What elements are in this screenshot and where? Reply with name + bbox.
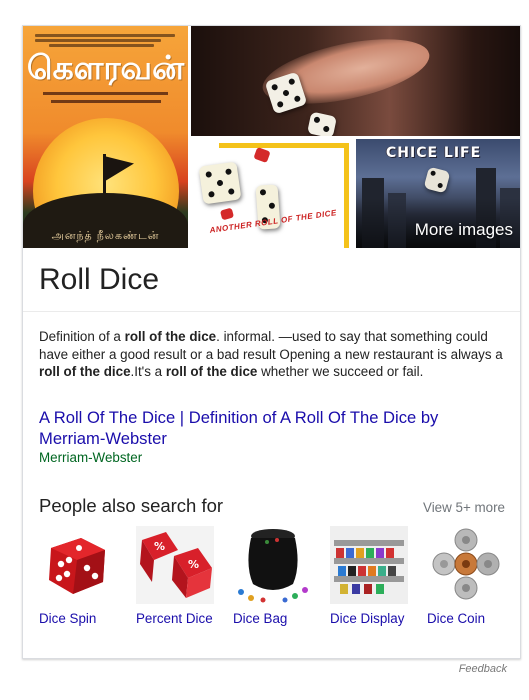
feedback-link[interactable]: Feedback xyxy=(459,663,507,675)
pasf-label: Dice Bag xyxy=(233,611,288,626)
dice-display-icon xyxy=(330,526,408,604)
pasf-label: Dice Coin xyxy=(427,611,486,626)
cover-title: கௌரவன் xyxy=(26,48,185,87)
percent-dice-icon: % % xyxy=(136,526,214,604)
pasf-item-percent-dice[interactable]: % % Percent Dice xyxy=(136,526,218,628)
more-images-tile[interactable]: CHICE LIFE More images xyxy=(356,139,520,248)
definition-part-bold: roll of the dice xyxy=(39,364,131,379)
pasf-item-dice-coin[interactable]: Dice Coin xyxy=(427,526,509,628)
pasf-label: Percent Dice xyxy=(136,611,213,626)
entity-title: Roll Dice xyxy=(39,263,160,296)
dice-bag-icon xyxy=(233,526,311,604)
red-dice-icon xyxy=(39,526,117,604)
hand-dice-image[interactable] xyxy=(191,26,520,136)
merriam-webster-link[interactable]: A Roll Of The Dice | Definition of A Rol… xyxy=(39,407,499,449)
die-icon xyxy=(423,166,451,194)
definition-part: .It's a xyxy=(130,364,166,379)
knowledge-panel: கௌரவன் அனந்த் நீலகண்டன் ANOTHER ROLL OF … xyxy=(22,25,521,659)
die-icon xyxy=(306,111,338,136)
another-roll-book-image[interactable]: ANOTHER ROLL OF THE DICE xyxy=(191,139,353,248)
dice-coin-icon xyxy=(427,526,505,604)
pasf-label: Dice Display xyxy=(330,611,405,626)
definition-text: Definition of a roll of the dice. inform… xyxy=(39,328,507,381)
definition-part: Definition of a xyxy=(39,329,125,344)
flag-icon xyxy=(106,151,134,181)
pasf-item-dice-display[interactable]: Dice Display xyxy=(330,526,412,628)
result-source: Merriam-Webster xyxy=(39,450,143,465)
image-collage: கௌரவன் அனந்த் நீலகண்டன் ANOTHER ROLL OF … xyxy=(23,26,520,248)
title-row: Roll Dice xyxy=(23,248,520,312)
people-also-search-heading: People also search for xyxy=(39,495,224,516)
pasf-label: Dice Spin xyxy=(39,611,97,626)
cover-author: அனந்த் நீலகண்டன் xyxy=(51,230,160,242)
more-images-link[interactable]: More images xyxy=(415,220,513,240)
pasf-item-dice-spin[interactable]: Dice Spin xyxy=(39,526,121,628)
view-more-link[interactable]: View 5+ more xyxy=(423,500,505,515)
svg-text:%: % xyxy=(188,558,199,571)
book-cover-image[interactable]: கௌரவன் அனந்த் நீலகண்டன் xyxy=(23,26,188,248)
pasf-item-dice-bag[interactable]: Dice Bag xyxy=(233,526,315,628)
chice-life-logo: CHICE LIFE xyxy=(386,145,482,161)
die-icon xyxy=(198,161,242,205)
definition-part-bold: roll of the dice xyxy=(165,364,258,379)
definition-part: whether we succeed or fail. xyxy=(257,364,424,379)
svg-text:%: % xyxy=(154,540,165,553)
definition-part-bold: roll of the dice xyxy=(124,329,217,344)
